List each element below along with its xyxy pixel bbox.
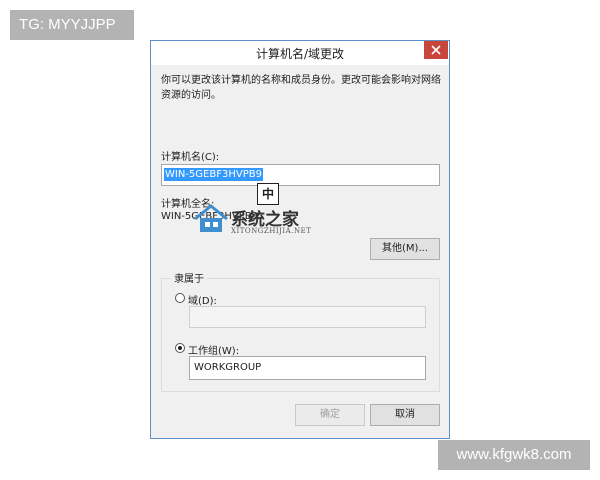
close-icon <box>431 45 441 55</box>
domain-radio[interactable] <box>175 293 185 303</box>
domain-radio-label: 域(D): <box>188 296 217 307</box>
domain-field[interactable] <box>189 306 426 328</box>
more-button[interactable]: 其他(M)... <box>370 238 440 260</box>
workgroup-value: WORKGROUP <box>194 362 262 373</box>
watermark: 系统之家 XITONGZHIJIA.NET <box>191 203 331 243</box>
cancel-button[interactable]: 取消 <box>370 404 440 426</box>
computer-name-label: 计算机名(C): <box>161 152 220 163</box>
workgroup-field[interactable]: WORKGROUP <box>189 356 426 380</box>
computer-name-field[interactable]: WIN-5GEBF3HVPB9 <box>161 164 440 186</box>
tg-label: TG: MYYJJPP <box>10 10 134 40</box>
watermark-sub: XITONGZHIJIA.NET <box>231 227 312 235</box>
house-logo-icon <box>194 204 228 232</box>
title-bar: 计算机名/域更改 <box>151 41 449 65</box>
dialog-description: 你可以更改该计算机的名称和成员身份。更改可能会影响对网络资源的访问。 <box>161 75 441 101</box>
computer-name-dialog: 计算机名/域更改 你可以更改该计算机的名称和成员身份。更改可能会影响对网络资源的… <box>150 40 450 439</box>
workgroup-radio[interactable] <box>175 343 185 353</box>
workgroup-radio-label: 工作组(W): <box>188 346 240 357</box>
ok-button[interactable]: 确定 <box>295 404 365 426</box>
dialog-title: 计算机名/域更改 <box>255 47 345 61</box>
computer-name-value: WIN-5GEBF3HVPB9 <box>164 168 263 181</box>
site-label: www.kfgwk8.com <box>438 440 590 470</box>
member-of-label: 隶属于 <box>171 270 207 285</box>
ime-indicator: 中 <box>257 183 279 205</box>
close-button[interactable] <box>424 41 448 59</box>
